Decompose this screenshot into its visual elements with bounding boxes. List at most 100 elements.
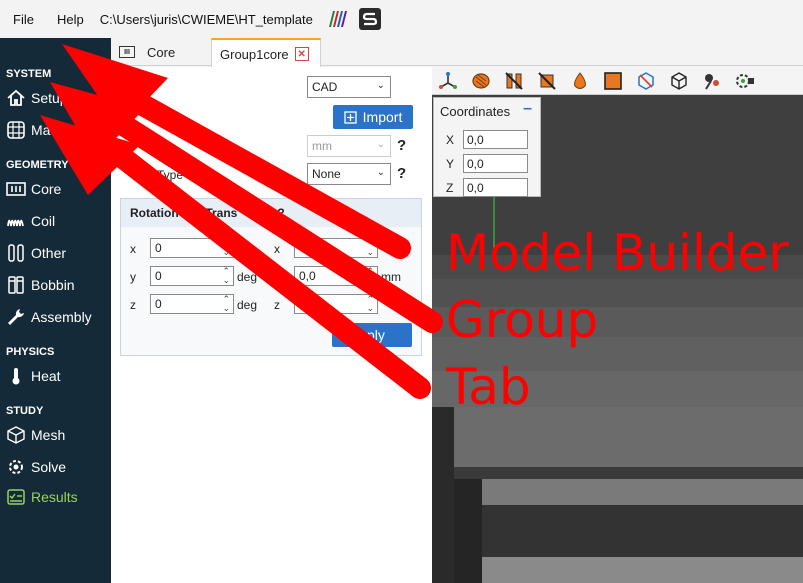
rot-x-label: x (130, 242, 136, 256)
coil-shape-icon[interactable] (470, 70, 492, 92)
import-button[interactable]: Import (333, 105, 413, 129)
tab-core[interactable]: III Core (119, 38, 211, 66)
sidebar-item-label: Other (31, 245, 67, 261)
trans-y-unit: mm (381, 270, 401, 284)
chevron-down-icon: ⌄ (376, 80, 385, 91)
coord-z-label: Z (446, 181, 454, 195)
wrench-icon (8, 309, 24, 325)
unit-select-value: mm (312, 139, 332, 153)
rot-z-input[interactable]: 0 ⌃ ⌄ (150, 294, 234, 314)
other-parts-icon (8, 244, 24, 262)
trans-y-label: y (274, 270, 280, 284)
rot-y-label: y (130, 270, 136, 284)
unit-select[interactable]: mm ⌄ (307, 135, 391, 157)
project-path: C:\Users\juris\CWIEME\HT_template (99, 11, 313, 27)
spin-arrows-icon[interactable]: ⌃ ⌄ (366, 267, 374, 285)
source-select[interactable]: CAD ⌄ (307, 76, 391, 98)
section-geometry: GEOMETRY (6, 159, 69, 171)
home-icon (7, 89, 25, 106)
type-select[interactable]: None ⌄ (307, 163, 391, 185)
coord-y-field[interactable]: 0,0 (463, 154, 528, 173)
close-icon[interactable]: ✕ (294, 47, 309, 61)
spin-arrows-icon[interactable]: ⌃ ⌄ (366, 239, 374, 257)
source-select-value: CAD (312, 80, 338, 94)
help-icon[interactable]: ? (277, 206, 284, 220)
sidebar-item-solve[interactable]: Solve (6, 455, 66, 479)
sidebar-item-label: Solve (31, 459, 67, 475)
coord-z-field[interactable]: 0,0 (463, 178, 528, 197)
spin-arrows-icon[interactable]: ⌃ ⌄ (222, 267, 230, 285)
sidebar-item-material[interactable]: Mate (6, 118, 62, 142)
coord-y-value: 0,0 (467, 156, 484, 171)
menu-help[interactable]: Help (44, 12, 94, 27)
sidebar-item-setup[interactable]: Setup (6, 86, 68, 110)
type-label: Type (157, 168, 184, 182)
coord-x-field[interactable]: 0,0 (463, 130, 528, 149)
camera-gear-icon[interactable] (734, 70, 756, 92)
import-panel: CAD ⌄ Import mm ⌄ ? Type None ⌄ ? Rotati… (111, 67, 432, 583)
sidebar-item-heat[interactable]: Heat (6, 364, 61, 388)
cube-cross-icon[interactable] (635, 70, 657, 92)
help-icon[interactable]: ? (397, 165, 406, 182)
annotation-tab: Tab (446, 358, 531, 416)
coordinates-title: Coordinates (440, 104, 511, 119)
sidebar-item-label: Assembly (31, 309, 92, 325)
tab-label: Core (147, 44, 176, 60)
sidebar-item-label: Bobbin (31, 277, 75, 293)
drop-icon[interactable] (569, 70, 591, 92)
import-icon (344, 110, 357, 124)
trans-z-input[interactable]: ⌃ ⌄ (294, 294, 378, 314)
hide-coil-icon[interactable] (503, 70, 525, 92)
sidebar-item-label: Results (31, 489, 78, 505)
sidebar-item-label: Mesh (31, 427, 66, 443)
help-icon[interactable]: ? (397, 137, 406, 154)
trans-z-label: z (274, 298, 280, 312)
grid-material-icon (7, 121, 25, 139)
rot-y-value: 0 (155, 269, 162, 283)
spin-arrows-icon[interactable]: ⌃ ⌄ (222, 295, 230, 313)
type-select-value: None (312, 167, 341, 181)
coord-y-label: Y (446, 157, 455, 171)
sidebar-item-label: Setup (31, 90, 68, 106)
section-system: SYSTEM (6, 68, 52, 80)
axes-icon[interactable] (437, 70, 459, 92)
rot-z-value: 0 (155, 297, 162, 311)
orange-square-icon[interactable] (602, 70, 624, 92)
trans-y-value: 0,0 (299, 269, 316, 283)
trans-y-input[interactable]: 0,0 ⌃ ⌄ (294, 266, 378, 286)
spin-arrows-icon[interactable]: ⌃ ⌄ (366, 295, 374, 313)
rot-y-unit: deg (237, 270, 258, 284)
probe-icon[interactable] (701, 70, 723, 92)
trans-x-label: x (274, 242, 280, 256)
hide-other-icon[interactable] (536, 70, 558, 92)
chevron-down-icon: ⌄ (376, 139, 385, 150)
section-physics: PHYSICS (6, 346, 55, 358)
annotation-model-builder: Model Builder (446, 224, 789, 282)
sidebar-item-core[interactable]: Core (6, 177, 61, 201)
tab-group1core[interactable]: Group1core ✕ (211, 38, 321, 68)
mesh-cube-icon (7, 426, 25, 444)
apply-button[interactable]: pply (332, 323, 412, 347)
import-label: Import (362, 109, 403, 125)
minimize-icon[interactable]: – (523, 100, 532, 118)
rotation-translation-group: Rotation l Trans ? x 0 ⌃ ⌄ x ⌃ ⌄ y 0 ⌃ ⌄ deg … (120, 198, 422, 356)
tab-bar: III Core Group1core ✕ (111, 38, 803, 68)
s-logo-icon (358, 8, 381, 30)
trans-x-input[interactable]: ⌃ ⌄ (294, 238, 378, 258)
sidebar-item-other[interactable]: Other (6, 241, 66, 265)
rot-x-value: 0 (155, 241, 162, 255)
sidebar-item-coil[interactable]: Coil (6, 209, 55, 233)
sidebar-item-bobbin[interactable]: Bobbin (6, 273, 75, 297)
rot-y-input[interactable]: 0 ⌃ ⌄ (150, 266, 234, 286)
rot-x-input[interactable]: 0 ⌃ ⌄ (150, 238, 234, 258)
chevron-down-icon: ⌄ (376, 167, 385, 178)
sidebar-item-mesh[interactable]: Mesh (6, 423, 65, 447)
sidebar-item-assembly[interactable]: Assembly (6, 305, 92, 329)
wireframe-cube-icon[interactable] (668, 70, 690, 92)
spin-arrows-icon[interactable]: ⌃ ⌄ (222, 239, 230, 257)
view-toolbar (432, 67, 803, 95)
menu-file[interactable]: File (0, 12, 44, 27)
sidebar-item-results[interactable]: Results (6, 485, 78, 509)
results-check-icon (7, 489, 25, 505)
sidebar-item-label: Core (31, 181, 62, 197)
